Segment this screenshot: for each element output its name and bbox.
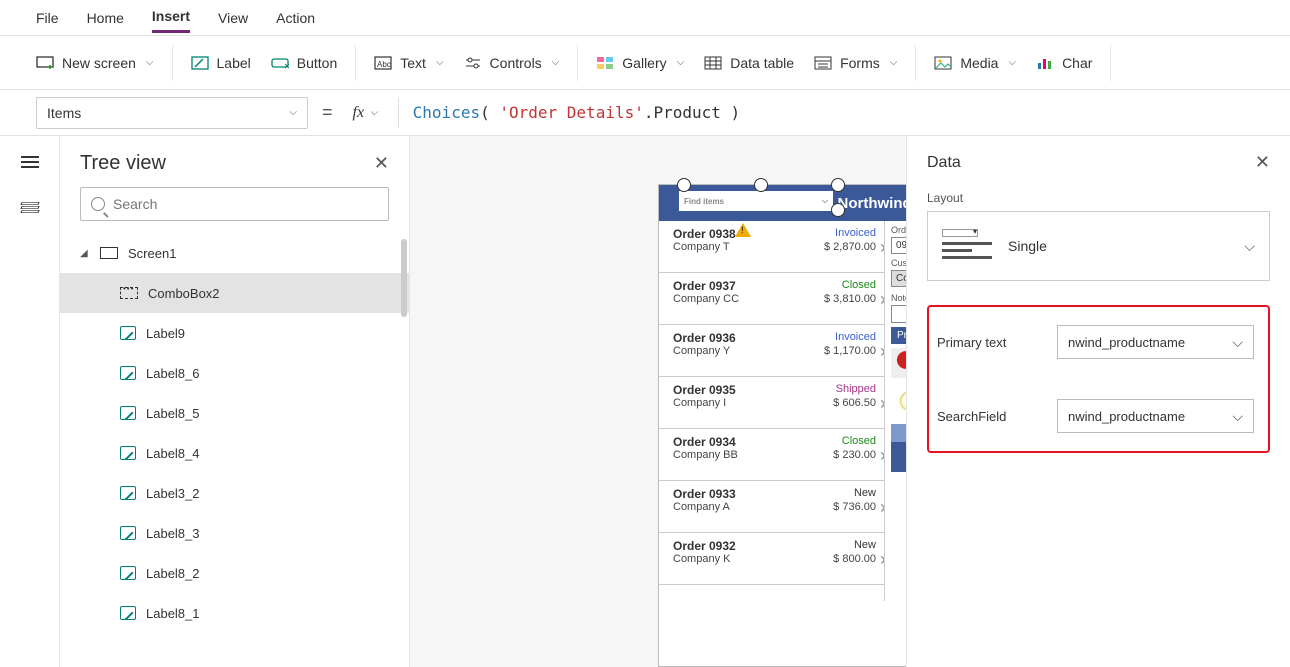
tree-item-label3_2[interactable]: Label3_2 <box>60 473 409 513</box>
warning-icon <box>735 223 751 237</box>
combobox-selected[interactable]: Find items ⌵ <box>679 191 833 211</box>
layout-selector[interactable]: Single ⌵ <box>927 211 1270 281</box>
controls-button[interactable]: Controls ⌵ <box>464 55 560 71</box>
label-icon <box>120 566 136 580</box>
label-icon <box>120 446 136 460</box>
tree-item-label8_5[interactable]: Label8_5 <box>60 393 409 433</box>
label-icon <box>120 486 136 500</box>
chevron-down-icon: ⌵ <box>822 196 828 206</box>
button-icon <box>271 55 289 71</box>
tree-item-label9[interactable]: Label9 <box>60 313 409 353</box>
data-panel: Data ✕ Layout Single ⌵ Primary text nwin… <box>906 136 1290 667</box>
chevron-down-icon: ⌵ <box>890 57 898 68</box>
tree-title: Tree view <box>80 152 166 175</box>
forms-button[interactable]: Forms ⌵ <box>814 55 897 71</box>
search-input[interactable] <box>113 196 378 212</box>
order-row[interactable]: Order 0934Closed Company BB$ 230.00 › <box>659 429 884 481</box>
highlighted-fields: Primary text nwind_productname ⌵ SearchF… <box>927 305 1270 453</box>
primary-text-label: Primary text <box>937 335 1057 350</box>
primary-text-select[interactable]: nwind_productname ⌵ <box>1057 325 1254 359</box>
chevron-down-icon: ⌵ <box>1008 57 1016 68</box>
property-selector[interactable]: Items ⌵ <box>36 97 308 129</box>
datatable-button[interactable]: Data table <box>704 55 794 71</box>
chevron-down-icon: ⌵ <box>370 107 378 118</box>
label-icon <box>120 606 136 620</box>
order-gallery: Order 0938Invoiced Company T$ 2,870.00 ›… <box>659 221 885 601</box>
tree-item-label8_3[interactable]: Label8_3 <box>60 513 409 553</box>
layout-thumb <box>942 229 992 263</box>
chevron-down-icon: ⌵ <box>436 57 444 68</box>
hamburger-button[interactable] <box>12 148 48 176</box>
tree-search[interactable] <box>80 187 389 221</box>
label-icon <box>120 326 136 340</box>
tree-view-button[interactable] <box>12 194 48 222</box>
media-icon <box>934 55 952 71</box>
order-row[interactable]: Order 0938Invoiced Company T$ 2,870.00 › <box>659 221 884 273</box>
order-row[interactable]: Order 0933New Company A$ 736.00 › <box>659 481 884 533</box>
chevron-down-icon: ⌵ <box>677 57 685 68</box>
button-button[interactable]: Button <box>271 55 337 71</box>
media-button[interactable]: Media ⌵ <box>934 55 1016 71</box>
tree-screen-row[interactable]: ◢ Screen1 <box>60 233 409 273</box>
menu-file[interactable]: File <box>36 4 59 32</box>
forms-icon <box>814 55 832 71</box>
gallery-button[interactable]: Gallery ⌵ <box>596 55 684 71</box>
selection-handle[interactable] <box>831 203 845 217</box>
equals-sign: = <box>322 102 333 123</box>
tree-item-label8_1[interactable]: Label8_1 <box>60 593 409 633</box>
order-row[interactable]: Order 0937Closed Company CC$ 3,810.00 › <box>659 273 884 325</box>
tree-item-combobox2[interactable]: ComboBox2 <box>60 273 409 313</box>
menu-insert[interactable]: Insert <box>152 2 190 33</box>
close-tree-button[interactable]: ✕ <box>374 153 389 174</box>
chevron-down-icon: ⌵ <box>146 57 154 68</box>
order-row[interactable]: Order 0932New Company K$ 800.00 › <box>659 533 884 585</box>
menu-action[interactable]: Action <box>276 4 315 32</box>
svg-text:Abc: Abc <box>377 60 391 69</box>
chart-button[interactable]: Char <box>1036 55 1092 71</box>
data-panel-title: Data <box>927 154 961 172</box>
new-screen-button[interactable]: New screen ⌵ <box>36 55 154 71</box>
chart-icon <box>1036 55 1054 71</box>
chevron-down-icon: ⌵ <box>289 107 297 118</box>
search-field-select[interactable]: nwind_productname ⌵ <box>1057 399 1254 433</box>
tree-item-label8_4[interactable]: Label8_4 <box>60 433 409 473</box>
text-button[interactable]: Abc Text ⌵ <box>374 55 443 71</box>
chevron-down-icon: ⌵ <box>552 57 560 68</box>
datatable-icon <box>704 55 722 71</box>
selection-handle[interactable] <box>754 178 768 192</box>
order-row[interactable]: Order 0936Invoiced Company Y$ 1,170.00 › <box>659 325 884 377</box>
combobox-icon <box>120 287 138 299</box>
new-screen-icon <box>36 55 54 71</box>
close-data-panel[interactable]: ✕ <box>1255 152 1270 173</box>
chevron-down-icon: ⌵ <box>1244 238 1255 255</box>
selection-handle[interactable] <box>831 178 845 192</box>
label-icon <box>120 526 136 540</box>
text-icon: Abc <box>374 55 392 71</box>
tree-item-label8_6[interactable]: Label8_6 <box>60 353 409 393</box>
tree-item-label8_2[interactable]: Label8_2 <box>60 553 409 593</box>
screen-icon <box>100 247 118 259</box>
label-icon <box>120 406 136 420</box>
chevron-down-icon: ⌵ <box>1232 408 1243 425</box>
label-icon <box>120 366 136 380</box>
controls-icon <box>464 55 482 71</box>
label-icon <box>191 55 209 71</box>
selection-handle[interactable] <box>677 178 691 192</box>
chevron-down-icon: ⌵ <box>1232 334 1243 351</box>
formula-input[interactable]: Choices( 'Order Details' .Product ) <box>413 103 741 122</box>
fx-button[interactable]: fx⌵ <box>347 104 384 122</box>
search-icon <box>91 197 105 211</box>
caret-icon: ◢ <box>80 248 90 259</box>
menu-home[interactable]: Home <box>87 4 124 32</box>
menu-view[interactable]: View <box>218 4 248 32</box>
order-row[interactable]: Order 0935Shipped Company I$ 606.50 › <box>659 377 884 429</box>
tree-scrollbar[interactable] <box>401 239 407 317</box>
label-button[interactable]: Label <box>191 55 251 71</box>
search-field-label: SearchField <box>937 409 1057 424</box>
gallery-icon <box>596 55 614 71</box>
